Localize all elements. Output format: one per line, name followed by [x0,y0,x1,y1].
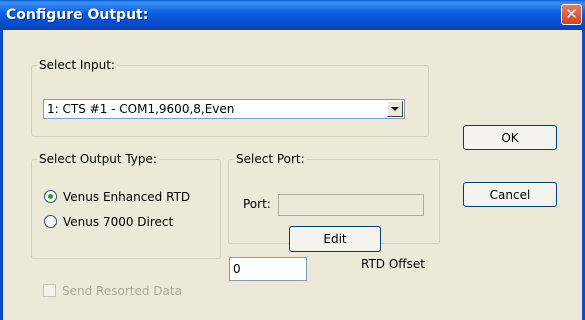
send-resorted-checkbox[interactable]: Send Resorted Data [43,284,182,298]
radio-selected-icon [44,190,57,203]
rtd-offset-value: 0 [233,262,241,276]
port-field [278,194,424,216]
radio-venus-7000-direct[interactable]: Venus 7000 Direct [44,215,173,229]
close-icon: ✕ [565,5,578,23]
input-select[interactable]: 1: CTS #1 - COM1,9600,8,Even [43,99,405,119]
edit-button-label: Edit [323,232,347,246]
output-type-legend: Select Output Type: [39,152,157,166]
ok-button[interactable]: OK [463,125,557,150]
output-type-group: Select Output Type: Venus Enhanced RTD V… [31,152,221,259]
select-port-group: Select Port: Port: Edit [228,152,440,252]
cancel-button-label: Cancel [489,188,531,202]
chevron-down-icon[interactable] [387,101,403,117]
radio-unselected-icon [44,215,57,228]
rtd-offset-input[interactable]: 0 [229,257,307,281]
select-input-legend: Select Input: [39,58,115,72]
window-title: Configure Output: [6,7,149,23]
input-select-value: 1: CTS #1 - COM1,9600,8,Even [47,102,235,116]
ok-button-label: OK [501,131,519,145]
rtd-offset-label: RTD Offset [361,257,425,271]
close-button[interactable]: ✕ [561,4,582,25]
checkbox-icon [43,284,56,297]
edit-button[interactable]: Edit [289,226,381,252]
select-port-legend: Select Port: [236,152,305,166]
cancel-button[interactable]: Cancel [463,182,557,207]
port-label: Port: [243,197,271,211]
radio-label: Venus Enhanced RTD [63,190,191,204]
title-bar[interactable]: Configure Output: ✕ [0,0,585,30]
send-resorted-label: Send Resorted Data [62,284,182,298]
radio-label: Venus 7000 Direct [63,215,174,229]
select-input-group: Select Input: 1: CTS #1 - COM1,9600,8,Ev… [31,58,429,137]
radio-venus-enhanced-rtd[interactable]: Venus Enhanced RTD [44,190,190,204]
